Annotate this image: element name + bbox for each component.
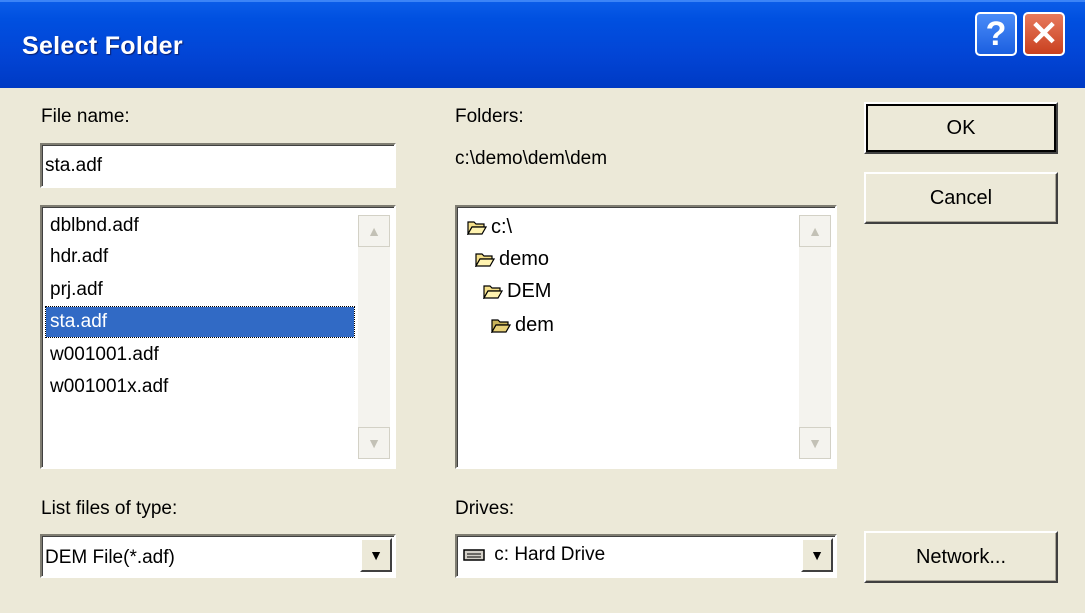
list-item-selected[interactable]: sta.adf [45, 306, 355, 338]
folder-item-dem[interactable]: dem [491, 309, 554, 341]
folder-open-icon [491, 318, 511, 333]
file-type-value: DEM File(*.adf) [45, 547, 175, 568]
list-item[interactable]: hdr.adf [46, 242, 346, 272]
list-item-label: w001001x.adf [50, 376, 169, 397]
folders-current-path: c:\demo\dem\dem [455, 148, 608, 169]
help-button[interactable]: ? [975, 12, 1017, 56]
list-item-label: dblbnd.adf [50, 215, 139, 236]
drives-value: c: Hard Drive [494, 544, 606, 565]
drives-label: Drives: [455, 498, 515, 519]
list-item[interactable]: dblbnd.adf [46, 211, 346, 241]
folder-tree[interactable]: c:\ demo DEM dem ▲ ▼ [455, 205, 837, 469]
list-item-label: prj.adf [50, 279, 103, 300]
folder-item-dem-upper[interactable]: DEM [483, 275, 551, 307]
folder-item-demo[interactable]: demo [475, 243, 549, 275]
folder-item-root[interactable]: c:\ [467, 211, 512, 243]
drives-select[interactable]: c: Hard Drive ▼ [455, 534, 837, 578]
folder-open-icon [467, 220, 487, 235]
scroll-down-icon[interactable]: ▼ [358, 427, 390, 459]
file-name-value: sta.adf [45, 155, 103, 176]
file-list[interactable]: dblbnd.adf hdr.adf prj.adf sta.adf w0010… [40, 205, 396, 469]
cancel-button-label: Cancel [929, 186, 993, 209]
folder-tree-scrollbar[interactable]: ▲ ▼ [799, 215, 831, 459]
select-folder-dialog: Select Folder ? ✕ File name: sta.adf dbl… [0, 0, 1085, 613]
file-type-label: List files of type: [41, 498, 178, 519]
ok-button-label: OK [946, 116, 976, 139]
cancel-button[interactable]: Cancel [864, 172, 1058, 224]
list-item-label: w001001.adf [50, 344, 159, 365]
list-item-label: sta.adf [50, 311, 108, 332]
folder-open-icon [475, 252, 495, 267]
folders-label: Folders: [455, 106, 524, 127]
ok-button[interactable]: OK [864, 102, 1058, 154]
file-list-scrollbar[interactable]: ▲ ▼ [358, 215, 390, 459]
list-item[interactable]: w001001.adf [46, 340, 346, 370]
scroll-up-icon[interactable]: ▲ [358, 215, 390, 247]
scroll-up-icon[interactable]: ▲ [799, 215, 831, 247]
folder-item-label: dem [515, 314, 554, 336]
folder-open-icon [483, 284, 503, 299]
title-bar[interactable]: Select Folder ? ✕ [0, 0, 1085, 88]
list-item[interactable]: w001001x.adf [46, 372, 346, 402]
network-button[interactable]: Network... [864, 531, 1058, 583]
file-type-select[interactable]: DEM File(*.adf) ▼ [40, 534, 396, 578]
dropdown-arrow-icon[interactable]: ▼ [801, 538, 833, 572]
close-icon: ✕ [1029, 15, 1059, 53]
list-item-label: hdr.adf [50, 246, 109, 267]
hard-drive-icon [463, 549, 485, 561]
folder-item-label: c:\ [491, 216, 513, 238]
list-item[interactable]: prj.adf [46, 275, 346, 305]
window-title: Select Folder [22, 32, 183, 60]
file-name-input[interactable]: sta.adf [40, 143, 396, 188]
folder-item-label: DEM [507, 280, 552, 302]
file-name-label: File name: [41, 106, 130, 127]
scroll-down-icon[interactable]: ▼ [799, 427, 831, 459]
dropdown-arrow-icon[interactable]: ▼ [360, 538, 392, 572]
close-button[interactable]: ✕ [1023, 12, 1065, 56]
network-button-label: Network... [915, 545, 1007, 568]
folder-item-label: demo [499, 248, 550, 270]
question-icon: ? [985, 14, 1007, 53]
